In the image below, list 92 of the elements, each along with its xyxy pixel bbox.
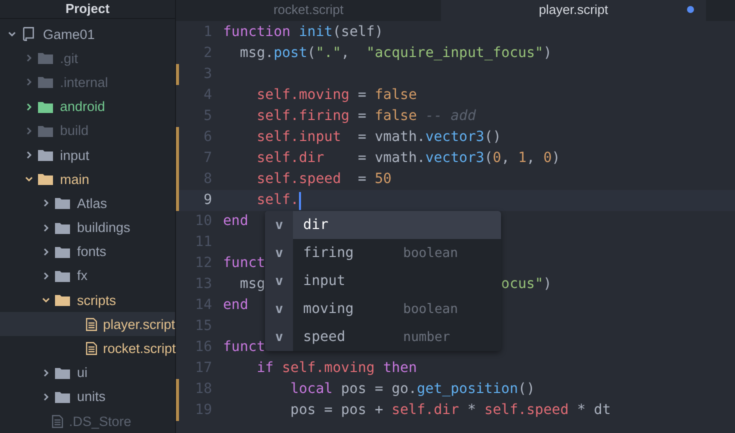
variable-kind-icon: v (265, 267, 294, 295)
file-icon (86, 318, 96, 331)
tree-item[interactable]: rocket.script (0, 336, 175, 361)
tree-item-label: ui (77, 365, 88, 380)
tree-item[interactable]: scripts (0, 288, 175, 312)
tree-item[interactable]: ui (0, 360, 175, 385)
code-line: funct (223, 254, 266, 273)
tree-item-label: units (77, 389, 106, 404)
file-tab[interactable]: player.script (441, 0, 706, 21)
file-icon (52, 414, 62, 428)
tree-item[interactable]: main (0, 167, 175, 192)
code-line: ocus") (501, 275, 552, 294)
tree-item[interactable]: player.script (0, 312, 175, 336)
chevron-down-icon[interactable] (42, 296, 50, 304)
tree-item-label: .internal (60, 74, 108, 90)
tree-item-label: Game01 (43, 26, 95, 42)
code-line: if self.moving then (256, 359, 417, 378)
suggestion-type: number (403, 330, 450, 344)
file-icon (86, 342, 96, 356)
code-line: end (223, 296, 248, 315)
tree-item-label: fonts (77, 244, 106, 260)
tree-item-label: main (60, 172, 90, 187)
tree-item[interactable]: android (0, 94, 175, 119)
tree-item-label: input (60, 148, 90, 163)
code-line: end (223, 212, 248, 231)
chevron-right-icon[interactable] (42, 248, 50, 256)
code-line: pos = pos + self.dir * self.speed * dt (289, 401, 611, 420)
suggestion-item[interactable]: v firing boolean (265, 239, 502, 267)
code-line: local pos = go.get_position() (289, 380, 535, 399)
book-icon (22, 27, 34, 42)
folder-icon (54, 390, 70, 403)
code-line: self.dir = vmath.vector3(0, 1, 0) (256, 149, 560, 168)
sidebar-title: Project (0, 0, 175, 19)
tree-item-label: android (60, 99, 106, 114)
folder-icon (54, 246, 70, 258)
tree-item-label: fx (77, 268, 88, 284)
chevron-right-icon[interactable] (42, 392, 50, 401)
suggestion-item[interactable]: v input (265, 267, 502, 295)
text-cursor (298, 192, 301, 210)
suggestion-item[interactable]: v dir (265, 211, 502, 239)
tree-item[interactable]: Atlas (0, 191, 175, 216)
chevron-down-icon[interactable] (25, 175, 33, 184)
variable-kind-icon: v (265, 211, 294, 239)
tree-item-label: .DS_Store (69, 414, 132, 429)
code-line: self. (256, 191, 299, 210)
suggestion-item[interactable]: v moving boolean (265, 295, 502, 323)
folder-icon (38, 76, 52, 88)
code-line: msg.post(".", "acquire_input_focus") (238, 44, 552, 63)
suggestion-type: boolean (403, 302, 458, 316)
chevron-right-icon[interactable] (42, 199, 50, 208)
tree-item[interactable]: units (0, 384, 175, 409)
code-line: funct (223, 338, 266, 357)
tree-item-label: scripts (77, 292, 116, 308)
folder-icon (54, 222, 70, 234)
tree-item[interactable]: fonts (0, 240, 175, 264)
folder-icon (38, 149, 52, 162)
code-line: self.firing = false -- add (256, 107, 476, 126)
folder-icon (54, 197, 70, 210)
folder-icon (38, 52, 52, 64)
tree-item-label: buildings (77, 220, 130, 236)
tree-item[interactable]: fx (0, 264, 175, 288)
tree-item[interactable]: Game01 (0, 22, 175, 46)
chevron-right-icon[interactable] (42, 272, 50, 280)
tree-item[interactable]: input (0, 142, 175, 168)
chevron-right-icon[interactable] (25, 102, 33, 111)
code-line: self.input = vmath.vector3() (256, 128, 502, 147)
chevron-right-icon[interactable] (42, 224, 50, 232)
code-line: function init(self) (223, 23, 384, 42)
chevron-right-icon[interactable] (42, 368, 50, 377)
code-line: msg (238, 275, 266, 294)
line-number: 9 (202, 191, 213, 210)
tree-item-label: build (60, 123, 89, 138)
tree-item[interactable]: buildings (0, 216, 175, 240)
folder-icon (38, 173, 52, 186)
folder-icon (38, 124, 52, 137)
variable-kind-icon: v (265, 323, 294, 351)
tree-item-label: Atlas (77, 196, 108, 211)
folder-icon (54, 270, 70, 282)
folder-icon (54, 294, 70, 306)
code-line: self.speed = 50 (256, 170, 392, 189)
code-line: self.moving = false (256, 86, 417, 105)
tree-item-label: .git (60, 50, 78, 66)
tree-item-label: player.script (103, 316, 176, 332)
variable-kind-icon: v (265, 295, 294, 323)
chevron-right-icon[interactable] (25, 151, 33, 160)
folder-icon (54, 366, 70, 379)
tree-item-label: rocket.script (103, 341, 176, 356)
folder-icon (38, 100, 52, 113)
suggestion-item[interactable]: v speed number (265, 323, 502, 351)
chevron-down-icon[interactable] (8, 30, 16, 38)
variable-kind-icon: v (265, 239, 294, 267)
suggestion-type: boolean (403, 246, 458, 260)
